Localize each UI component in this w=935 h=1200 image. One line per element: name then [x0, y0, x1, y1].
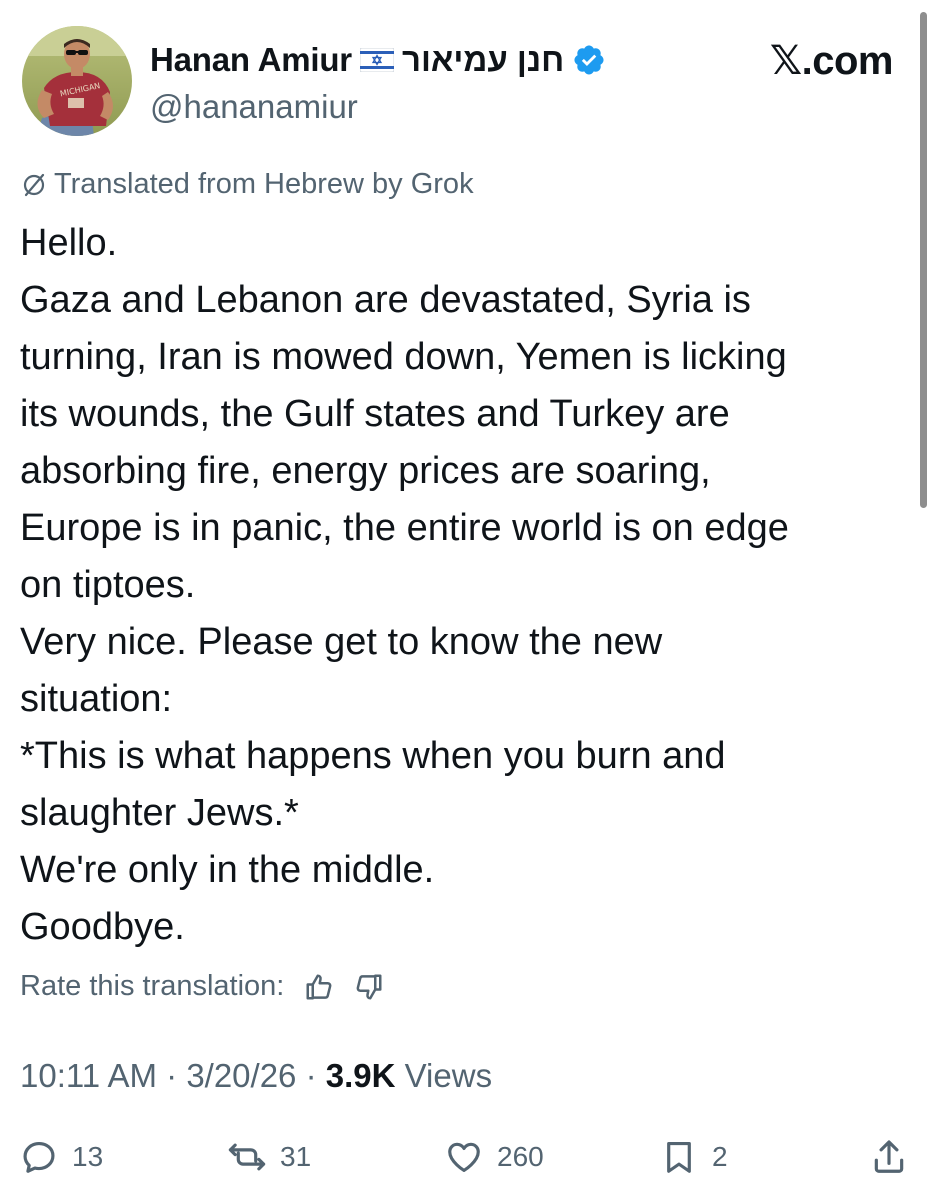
- tweet-time[interactable]: 10:11 AM: [20, 1057, 157, 1094]
- tweet-text: Hello. Gaza and Lebanon are devastated, …: [20, 215, 900, 956]
- tweet-line: situation:: [20, 678, 173, 720]
- tweet-line: Gaza and Lebanon are devastated, Syria i…: [20, 279, 751, 321]
- translate-icon: [23, 173, 45, 196]
- thumbs-down-icon[interactable]: [354, 972, 384, 1002]
- thumbs-up-icon[interactable]: [304, 972, 334, 1002]
- views-count[interactable]: 3.9K: [326, 1057, 396, 1094]
- meta-separator: ·: [156, 1057, 187, 1094]
- tweet-line: *This is what happens when you burn and: [20, 735, 726, 777]
- tweet-meta: 10:11 AM · 3/20/26 · 3.9K Views: [20, 1057, 492, 1095]
- tweet-line: Europe is in panic, the entire world is …: [20, 507, 789, 549]
- tweet-line: on tiptoes.: [20, 564, 196, 606]
- avatar-image: MICHIGAN: [22, 26, 132, 136]
- bookmark-icon: [667, 1141, 691, 1173]
- tweet-line: slaughter Jews.*: [20, 792, 299, 834]
- repost-button[interactable]: 31: [228, 1132, 311, 1182]
- tweet-line: its wounds, the Gulf states and Turkey a…: [20, 393, 730, 435]
- avatar[interactable]: MICHIGAN: [22, 26, 132, 136]
- translation-note-text: Translated from Hebrew by Grok: [54, 168, 474, 200]
- views-label: Views: [404, 1057, 493, 1094]
- heart-icon: [448, 1142, 480, 1173]
- tweet-date[interactable]: 3/20/26: [186, 1057, 296, 1094]
- author-handle[interactable]: @hananamiur: [150, 88, 358, 126]
- meta-separator: ·: [296, 1057, 326, 1094]
- tweet-line: Hello.: [20, 222, 118, 264]
- reply-button[interactable]: 13: [20, 1132, 103, 1182]
- author-name-row[interactable]: Hanan Amiur חנן עמיאור: [150, 38, 606, 82]
- site-label: 𝕏.com: [769, 39, 894, 83]
- reply-count: 13: [72, 1141, 104, 1172]
- tweet-line: Very nice. Please get to know the new: [20, 621, 663, 663]
- tweet-line: absorbing fire, energy prices are soarin…: [20, 450, 711, 492]
- repost-icon: [228, 1143, 266, 1171]
- action-bar: 13 31 260 2: [20, 1132, 915, 1182]
- verified-badge-icon[interactable]: [572, 43, 606, 77]
- israel-flag-icon: [359, 48, 394, 72]
- bookmark-button[interactable]: 2: [660, 1132, 728, 1182]
- reply-icon: [23, 1141, 55, 1173]
- translation-note: Translated from Hebrew by Grok: [20, 168, 474, 201]
- scrollbar[interactable]: [920, 12, 927, 508]
- bookmark-count: 2: [712, 1141, 728, 1172]
- tweet-line: turning, Iran is mowed down, Yemen is li…: [20, 336, 787, 378]
- like-button[interactable]: 260: [445, 1132, 544, 1182]
- rate-translation-label: Rate this translation:: [20, 970, 285, 1002]
- display-name[interactable]: Hanan Amiur: [150, 41, 352, 79]
- share-icon: [874, 1140, 904, 1173]
- rate-translation-row: Rate this translation:: [20, 970, 384, 1003]
- share-button[interactable]: [870, 1132, 908, 1182]
- tweet-line: We're only in the middle.: [20, 849, 435, 891]
- like-count: 260: [497, 1141, 544, 1172]
- tweet-line: Goodbye.: [20, 906, 185, 948]
- display-name-hebrew[interactable]: חנן עמיאור: [402, 41, 564, 79]
- repost-count: 31: [280, 1141, 312, 1172]
